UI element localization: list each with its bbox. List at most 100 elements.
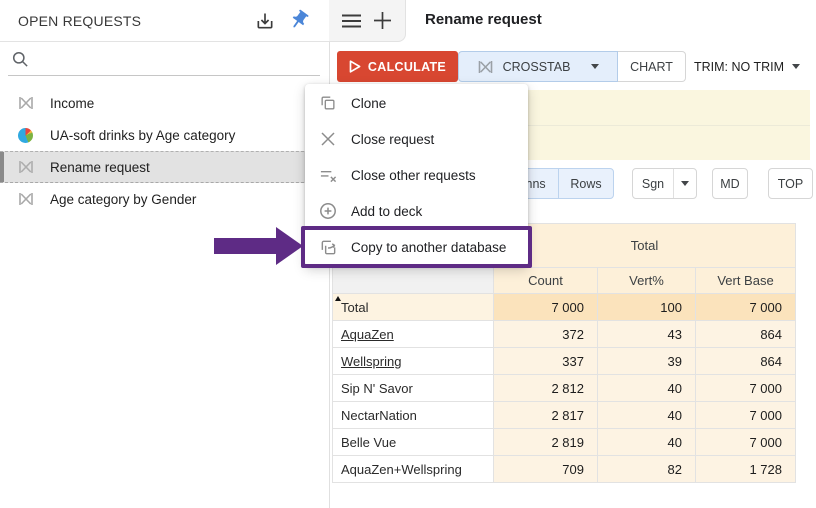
row-label-belle-vue[interactable]: Belle Vue bbox=[333, 429, 494, 456]
table-cell[interactable]: 709 bbox=[494, 456, 598, 483]
table-cell[interactable]: 100 bbox=[598, 294, 696, 321]
table-cell[interactable]: 40 bbox=[598, 375, 696, 402]
column-header-vert-pct[interactable]: Vert% bbox=[598, 268, 696, 294]
menu-item-clone[interactable]: Clone bbox=[305, 85, 528, 121]
top-label: TOP bbox=[778, 177, 803, 191]
table-cell[interactable]: 7 000 bbox=[696, 375, 796, 402]
table-cell[interactable]: 39 bbox=[598, 348, 696, 375]
hamburger-icon bbox=[342, 14, 361, 28]
table-cell[interactable]: 372 bbox=[494, 321, 598, 348]
table-cell[interactable]: 40 bbox=[598, 429, 696, 456]
crosstab-icon bbox=[477, 60, 494, 74]
table-cell[interactable]: 82 bbox=[598, 456, 696, 483]
chevron-down-icon bbox=[591, 64, 599, 69]
pie-chart-icon bbox=[18, 128, 35, 143]
table-row: Sip N' Savor 2 812 40 7 000 bbox=[333, 375, 796, 402]
menu-item-label: Clone bbox=[351, 96, 386, 111]
trim-dropdown[interactable]: TRIM: NO TRIM bbox=[694, 51, 800, 82]
row-label-aquazen[interactable]: AquaZen bbox=[333, 321, 494, 348]
menu-item-close-request[interactable]: Close request bbox=[305, 121, 528, 157]
table-cell[interactable]: 864 bbox=[696, 321, 796, 348]
table-cell[interactable]: 2 817 bbox=[494, 402, 598, 429]
close-list-icon bbox=[318, 165, 338, 185]
menu-item-label: Close other requests bbox=[351, 168, 476, 183]
calculate-label: CALCULATE bbox=[368, 60, 446, 74]
column-header-count[interactable]: Count bbox=[494, 268, 598, 294]
row-label-aquazen-wellspring[interactable]: AquaZen+Wellspring bbox=[333, 456, 494, 483]
sort-indicator-icon[interactable] bbox=[335, 296, 341, 301]
sgn-dropdown: Sgn bbox=[632, 168, 697, 199]
table-row: AquaZen+Wellspring 709 82 1 728 bbox=[333, 456, 796, 483]
menu-item-label: Close request bbox=[351, 132, 434, 147]
sidebar-item-rename-request[interactable]: Rename request bbox=[0, 151, 329, 183]
search-input[interactable] bbox=[8, 44, 320, 76]
table-row: NectarNation 2 817 40 7 000 bbox=[333, 402, 796, 429]
crosstab-view-button[interactable]: CROSSTAB bbox=[458, 51, 618, 82]
crosstab-icon bbox=[18, 192, 35, 206]
table-cell[interactable]: 2 812 bbox=[494, 375, 598, 402]
tab-strip bbox=[329, 0, 406, 42]
sidebar-title: OPEN REQUESTS bbox=[18, 13, 141, 29]
sgn-label: Sgn bbox=[642, 177, 664, 191]
menu-item-label: Add to deck bbox=[351, 204, 422, 219]
trim-label: TRIM: NO TRIM bbox=[694, 60, 784, 74]
chart-label: CHART bbox=[630, 60, 673, 74]
sgn-caret-button[interactable] bbox=[673, 169, 696, 198]
download-button[interactable] bbox=[253, 9, 277, 33]
open-requests-list: Income UA-soft drinks by Age category Re… bbox=[0, 87, 329, 215]
annotation-arrow bbox=[214, 238, 276, 254]
table-row: Total 7 000 100 7 000 bbox=[333, 294, 796, 321]
play-icon bbox=[349, 60, 361, 73]
close-icon bbox=[318, 129, 338, 149]
menu-button[interactable] bbox=[342, 14, 361, 28]
search-icon bbox=[12, 51, 29, 68]
table-cell[interactable]: 7 000 bbox=[696, 402, 796, 429]
column-header-vert-base[interactable]: Vert Base bbox=[696, 268, 796, 294]
row-label-nectarnation[interactable]: NectarNation bbox=[333, 402, 494, 429]
row-label-wellspring[interactable]: Wellspring bbox=[333, 348, 494, 375]
table-cell[interactable]: 7 000 bbox=[494, 294, 598, 321]
add-circle-icon bbox=[318, 201, 338, 221]
sidebar-item-label: Rename request bbox=[50, 160, 150, 175]
app-window: OPEN REQUESTS Income bbox=[0, 0, 816, 508]
view-switcher: CROSSTAB CHART bbox=[458, 51, 686, 82]
sidebar-item-income[interactable]: Income bbox=[0, 87, 329, 119]
crosstab-icon bbox=[18, 96, 35, 110]
menu-item-close-other-requests[interactable]: Close other requests bbox=[305, 157, 528, 193]
table-cell[interactable]: 7 000 bbox=[696, 294, 796, 321]
table-cell[interactable]: 864 bbox=[696, 348, 796, 375]
table-cell[interactable]: 2 819 bbox=[494, 429, 598, 456]
md-button[interactable]: MD bbox=[712, 168, 748, 199]
crosstab-icon bbox=[18, 160, 35, 174]
row-label-total[interactable]: Total bbox=[333, 294, 494, 321]
table-cell[interactable]: 43 bbox=[598, 321, 696, 348]
calculate-button[interactable]: CALCULATE bbox=[337, 51, 458, 82]
rows-button[interactable]: Rows bbox=[559, 169, 613, 198]
table-cell[interactable]: 337 bbox=[494, 348, 598, 375]
table-cell[interactable]: 1 728 bbox=[696, 456, 796, 483]
sidebar-item-age-by-gender[interactable]: Age category by Gender bbox=[0, 183, 329, 215]
table-cell[interactable]: 7 000 bbox=[696, 429, 796, 456]
top-button[interactable]: TOP bbox=[768, 168, 813, 199]
sgn-button[interactable]: Sgn bbox=[633, 169, 673, 198]
plus-icon bbox=[374, 12, 391, 29]
column-group-header[interactable]: Total bbox=[494, 224, 796, 268]
menu-item-add-to-deck[interactable]: Add to deck bbox=[305, 193, 528, 229]
chart-view-button[interactable]: CHART bbox=[618, 51, 686, 82]
crosstab-label: CROSSTAB bbox=[503, 60, 571, 74]
sidebar-header: OPEN REQUESTS bbox=[0, 0, 329, 42]
sidebar-item-label: UA-soft drinks by Age category bbox=[50, 128, 235, 143]
pin-button[interactable] bbox=[286, 7, 312, 33]
table-cell[interactable]: 40 bbox=[598, 402, 696, 429]
download-icon bbox=[255, 11, 275, 31]
sidebar-item-label: Age category by Gender bbox=[50, 192, 196, 207]
rows-label: Rows bbox=[570, 177, 601, 191]
table-row: Wellspring 337 39 864 bbox=[333, 348, 796, 375]
annotation-highlight-box bbox=[301, 226, 532, 268]
pin-icon bbox=[284, 5, 315, 36]
sidebar-item-ua-soft-drinks[interactable]: UA-soft drinks by Age category bbox=[0, 119, 329, 151]
chevron-down-icon bbox=[681, 181, 689, 186]
chevron-down-icon bbox=[792, 64, 800, 69]
new-request-button[interactable] bbox=[374, 12, 391, 29]
row-label-sip-n-savor[interactable]: Sip N' Savor bbox=[333, 375, 494, 402]
